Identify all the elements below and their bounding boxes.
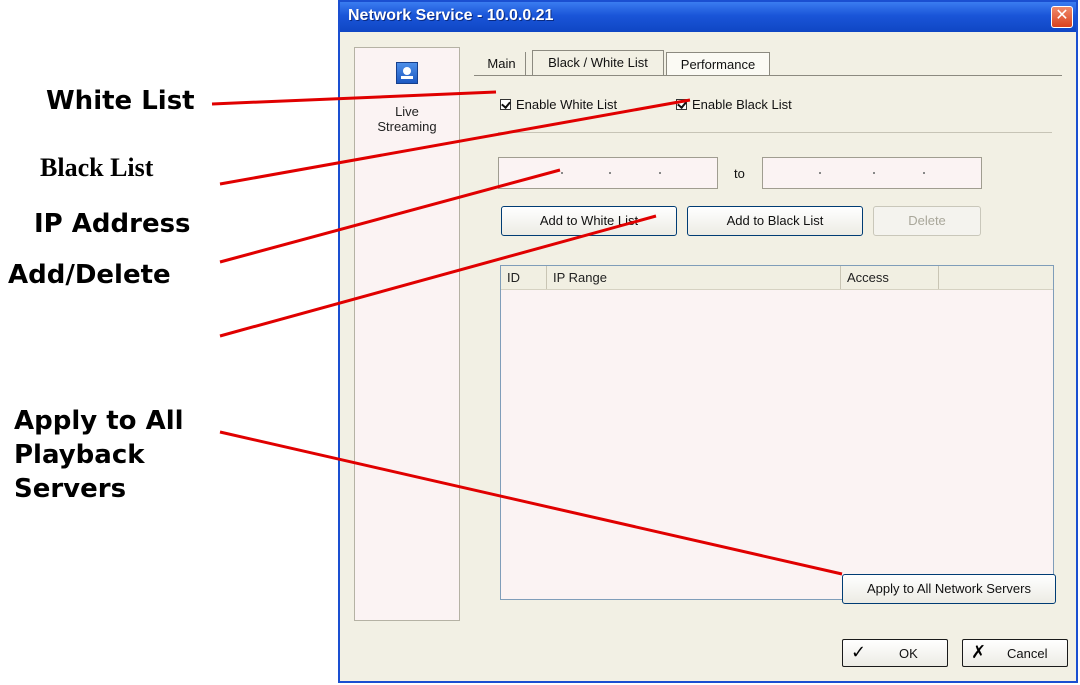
column-header-empty[interactable]	[939, 266, 1053, 289]
window-title: Network Service - 10.0.0.21	[348, 7, 554, 24]
table-header: ID IP Range Access	[501, 266, 1053, 290]
column-header-access[interactable]: Access	[841, 266, 939, 289]
apply-to-all-network-servers-button[interactable]: Apply to All Network Servers	[842, 574, 1056, 604]
category-panel: Live Streaming	[354, 47, 460, 621]
enable-black-list-checkbox[interactable]: Enable Black List	[676, 97, 792, 113]
ip-from-field[interactable]	[498, 157, 718, 189]
tab-black-white-list[interactable]: Black / White List	[532, 50, 664, 76]
checkmark-icon: ✓	[851, 642, 867, 662]
title-bar[interactable]: Network Service - 10.0.0.21 ✕	[340, 2, 1076, 32]
cancel-label: Cancel	[1007, 646, 1048, 661]
cancel-button[interactable]: ✗ Cancel	[962, 639, 1068, 667]
column-header-id[interactable]: ID	[501, 266, 547, 289]
live-streaming-icon	[396, 62, 418, 84]
checkbox-checked-icon	[676, 99, 687, 110]
enable-white-list-checkbox[interactable]: Enable White List	[500, 97, 617, 113]
ip-to-field[interactable]	[762, 157, 982, 189]
tab-main[interactable]: Main	[478, 52, 526, 76]
close-button[interactable]: ✕	[1051, 6, 1073, 28]
delete-button[interactable]: Delete	[873, 206, 981, 236]
enable-black-list-label: Enable Black List	[692, 97, 792, 112]
annotation-apply-all: Apply to All Playback Servers	[14, 406, 184, 504]
divider	[498, 132, 1052, 133]
column-header-ip-range[interactable]: IP Range	[547, 266, 841, 289]
add-to-black-list-button[interactable]: Add to Black List	[687, 206, 863, 236]
sidebar-item-label: Live Streaming	[377, 104, 437, 134]
tab-performance[interactable]: Performance	[666, 52, 770, 76]
ip-list-table[interactable]: ID IP Range Access	[500, 265, 1054, 600]
network-service-dialog: Network Service - 10.0.0.21 ✕ Live Strea…	[338, 0, 1078, 683]
annotation-black-list: Black List	[40, 153, 154, 182]
cancel-x-icon: ✗	[971, 642, 987, 662]
annotation-ip-address: IP Address	[34, 209, 191, 239]
ok-button[interactable]: ✓ OK	[842, 639, 948, 667]
annotation-add-delete: Add/Delete	[8, 260, 171, 290]
checkbox-checked-icon	[500, 99, 511, 110]
close-icon: ✕	[1055, 7, 1069, 24]
ip-to-label: to	[734, 166, 745, 181]
annotation-white-list: White List	[46, 86, 195, 116]
enable-white-list-label: Enable White List	[516, 97, 618, 112]
add-to-white-list-button[interactable]: Add to White List	[501, 206, 677, 236]
ok-label: OK	[899, 646, 918, 661]
